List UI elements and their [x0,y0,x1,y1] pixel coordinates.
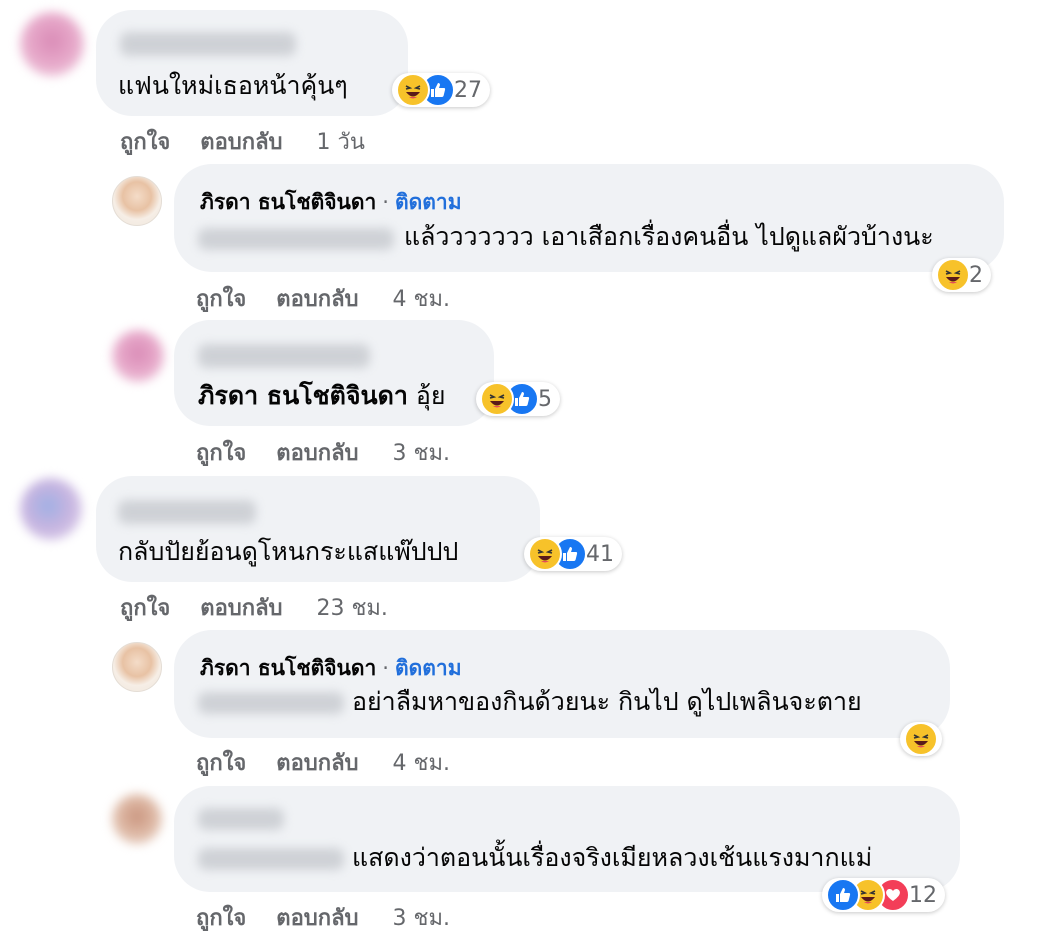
author-name[interactable]: ภิรดา ธนโชติจินดา [200,656,376,680]
reply-button[interactable]: ตอบกลับ [276,745,358,780]
reaction-summary[interactable]: 2 [932,258,991,292]
reaction-count: 12 [909,882,937,908]
comment-actions: ถูกใจ ตอบกลับ 3 ชม. [196,435,450,470]
haha-icon [480,382,514,416]
comment-text: ภิรดา ธนโชติจินดา อุ้ย [198,380,446,412]
like-button[interactable]: ถูกใจ [196,435,246,470]
reply-button[interactable]: ตอบกลับ [200,124,282,159]
comment-bubble: แฟนใหม่เธอหน้าคุ้นๆ [96,10,408,116]
haha-icon [936,258,970,292]
comment-text: อย่าลืมหาของกินด้วยนะ กินไป ดูไปเพลินจะต… [352,687,862,716]
comment-actions: ถูกใจ ตอบกลับ 4 ชม. [196,745,450,780]
timestamp[interactable]: 3 ชม. [393,435,450,470]
like-button[interactable]: ถูกใจ [120,590,170,625]
comment-text: แสดงว่าตอนนั้นเรื่องจริงเมียหลวงเช้นแรงม… [352,843,873,872]
timestamp[interactable]: 4 ชม. [393,745,450,780]
comment-author: ภิรดา ธนโชติจินดา · ติดตาม [200,652,462,685]
avatar[interactable] [112,642,162,692]
comment-author: ภิรดา ธนโชติจินดา · ติดตาม [200,186,462,219]
reaction-summary[interactable]: 12 [822,878,945,912]
author-name[interactable]: ภิรดา ธนโชติจินดา [200,190,376,214]
haha-icon [528,537,562,571]
timestamp[interactable]: 23 ชม. [317,590,388,625]
comment-bubble: ภิรดา ธนโชติจินดา · ติดตาม แล้ววววววว เอาเ… [174,164,1004,272]
comment-bubble: ภิรดา ธนโชติจินดา อุ้ย [174,320,494,426]
comment-text: แล้ววววววว เอาเสือกเรื่องคนอื่น ไปดูแลผั… [404,222,934,251]
like-button[interactable]: ถูกใจ [120,124,170,159]
reply-button[interactable]: ตอบกลับ [276,435,358,470]
reaction-summary[interactable]: 41 [524,537,622,571]
separator-dot: · [382,190,389,214]
blurred-author-name [120,32,296,56]
reaction-count: 27 [454,77,482,103]
timestamp[interactable]: 1 วัน [317,124,365,159]
comment-actions: ถูกใจ ตอบกลับ 3 ชม. [196,900,450,935]
reply-button[interactable]: ตอบกลับ [276,281,358,316]
comment-bubble: ภิรดา ธนโชติจินดา · ติดตาม อย่าลืมหาของกิน… [174,630,950,738]
avatar[interactable] [112,176,162,226]
like-button[interactable]: ถูกใจ [196,900,246,935]
avatar[interactable] [20,478,82,540]
reply-button[interactable]: ตอบกลับ [200,590,282,625]
blurred-mention [198,228,394,250]
timestamp[interactable]: 4 ชม. [393,281,450,316]
comment-actions: ถูกใจ ตอบกลับ 23 ชม. [120,590,388,625]
comment-bubble: กลับปัยย้อนดูโหนกระแสแพ๊ปปป [96,476,540,582]
haha-icon [904,722,938,756]
timestamp[interactable]: 3 ชม. [393,900,450,935]
comment-bubble: แสดงว่าตอนนั้นเรื่องจริงเมียหลวงเช้นแรงม… [174,786,960,892]
reaction-count: 41 [586,541,614,567]
comment-text: กลับปัยย้อนดูโหนกระแสแพ๊ปปป [118,537,459,566]
follow-link[interactable]: ติดตาม [395,190,462,214]
reaction-count: 5 [538,386,552,412]
blurred-author-name [198,808,284,830]
like-icon [826,878,860,912]
reply-button[interactable]: ตอบกลับ [276,900,358,935]
haha-icon [396,73,430,107]
avatar[interactable] [112,330,164,382]
reaction-count: 2 [969,262,983,288]
avatar[interactable] [112,794,162,844]
like-button[interactable]: ถูกใจ [196,281,246,316]
comment-actions: ถูกใจ ตอบกลับ 4 ชม. [196,281,450,316]
blurred-author-name [118,500,256,524]
comment-text-body: อุ้ย [415,381,446,410]
blurred-mention [198,848,344,870]
blurred-mention [198,692,344,714]
comment-text: แฟนใหม่เธอหน้าคุ้นๆ [118,71,348,100]
separator-dot: · [382,656,389,680]
mention-link[interactable]: ภิรดา ธนโชติจินดา [198,381,408,410]
reaction-summary[interactable]: 5 [476,382,560,416]
reaction-summary[interactable]: 27 [392,73,490,107]
reaction-summary[interactable] [900,722,942,756]
follow-link[interactable]: ติดตาม [395,656,462,680]
avatar[interactable] [20,12,84,76]
comment-actions: ถูกใจ ตอบกลับ 1 วัน [120,124,365,159]
like-button[interactable]: ถูกใจ [196,745,246,780]
blurred-author-name [198,344,370,368]
